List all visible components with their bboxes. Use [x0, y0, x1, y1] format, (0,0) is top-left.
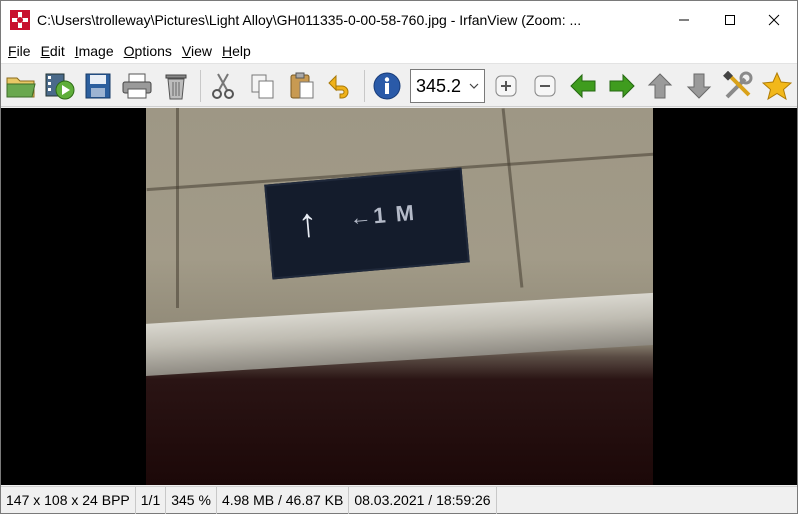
print-icon[interactable] — [120, 69, 154, 103]
copy-icon[interactable] — [246, 69, 280, 103]
image-viewport[interactable]: ↑ ←1 M — [1, 108, 797, 485]
zoom-combobox[interactable]: 345.2 — [410, 69, 485, 103]
menu-bar: File Edit Image Options View Help — [1, 39, 797, 63]
title-bar[interactable]: C:\Users\trolleway\Pictures\Light Alloy\… — [1, 1, 797, 39]
toolbar-separator — [200, 70, 201, 102]
zoom-out-icon[interactable] — [528, 69, 562, 103]
info-icon[interactable] — [370, 69, 404, 103]
menu-edit[interactable]: Edit — [36, 39, 70, 63]
irfanview-window: C:\Users\trolleway\Pictures\Light Alloy\… — [0, 0, 798, 514]
status-dimensions: 147 x 108 x 24 BPP — [1, 486, 136, 514]
menu-image[interactable]: Image — [70, 39, 119, 63]
paste-icon[interactable] — [285, 69, 319, 103]
undo-icon[interactable] — [324, 69, 358, 103]
menu-options[interactable]: Options — [119, 39, 177, 63]
status-datetime: 08.03.2021 / 18:59:26 — [349, 486, 497, 514]
toolbar: 345.2 — [1, 63, 797, 107]
menu-view[interactable]: View — [177, 39, 217, 63]
wall-ledge — [146, 291, 653, 377]
close-button[interactable] — [751, 1, 797, 39]
minimize-button[interactable] — [661, 1, 707, 39]
status-filesize: 4.98 MB / 46.87 KB — [217, 486, 350, 514]
next-icon[interactable] — [605, 69, 639, 103]
menu-file[interactable]: File — [3, 39, 36, 63]
sign-arrow: ↑ — [295, 200, 320, 246]
zoom-in-icon[interactable] — [489, 69, 523, 103]
previous-icon[interactable] — [566, 69, 600, 103]
toolbar-separator — [364, 70, 365, 102]
status-bar: 147 x 108 x 24 BPP 1/1 345 % 4.98 MB / 4… — [1, 486, 797, 514]
save-icon[interactable] — [81, 69, 115, 103]
settings-icon[interactable] — [721, 69, 755, 103]
favorite-icon[interactable] — [760, 69, 794, 103]
down-icon[interactable] — [682, 69, 716, 103]
slideshow-icon[interactable] — [43, 69, 77, 103]
delete-icon[interactable] — [159, 69, 193, 103]
sign-text: ←1 M — [348, 199, 417, 231]
maximize-button[interactable] — [707, 1, 753, 39]
open-folder-icon[interactable] — [4, 69, 38, 103]
up-icon[interactable] — [643, 69, 677, 103]
menu-help[interactable]: Help — [217, 39, 256, 63]
window-title: C:\Users\trolleway\Pictures\Light Alloy\… — [37, 12, 582, 28]
zoom-value[interactable]: 345.2 — [411, 76, 465, 97]
status-page: 1/1 — [136, 486, 167, 514]
tile-seam — [501, 108, 524, 288]
exit-sign: ↑ ←1 M — [264, 167, 470, 280]
photo: ↑ ←1 M — [146, 108, 653, 485]
cut-icon[interactable] — [206, 69, 240, 103]
status-zoom: 345 % — [166, 486, 217, 514]
irfanview-icon[interactable] — [9, 9, 31, 31]
chevron-down-icon[interactable] — [465, 83, 483, 89]
tile-seam — [176, 108, 179, 308]
